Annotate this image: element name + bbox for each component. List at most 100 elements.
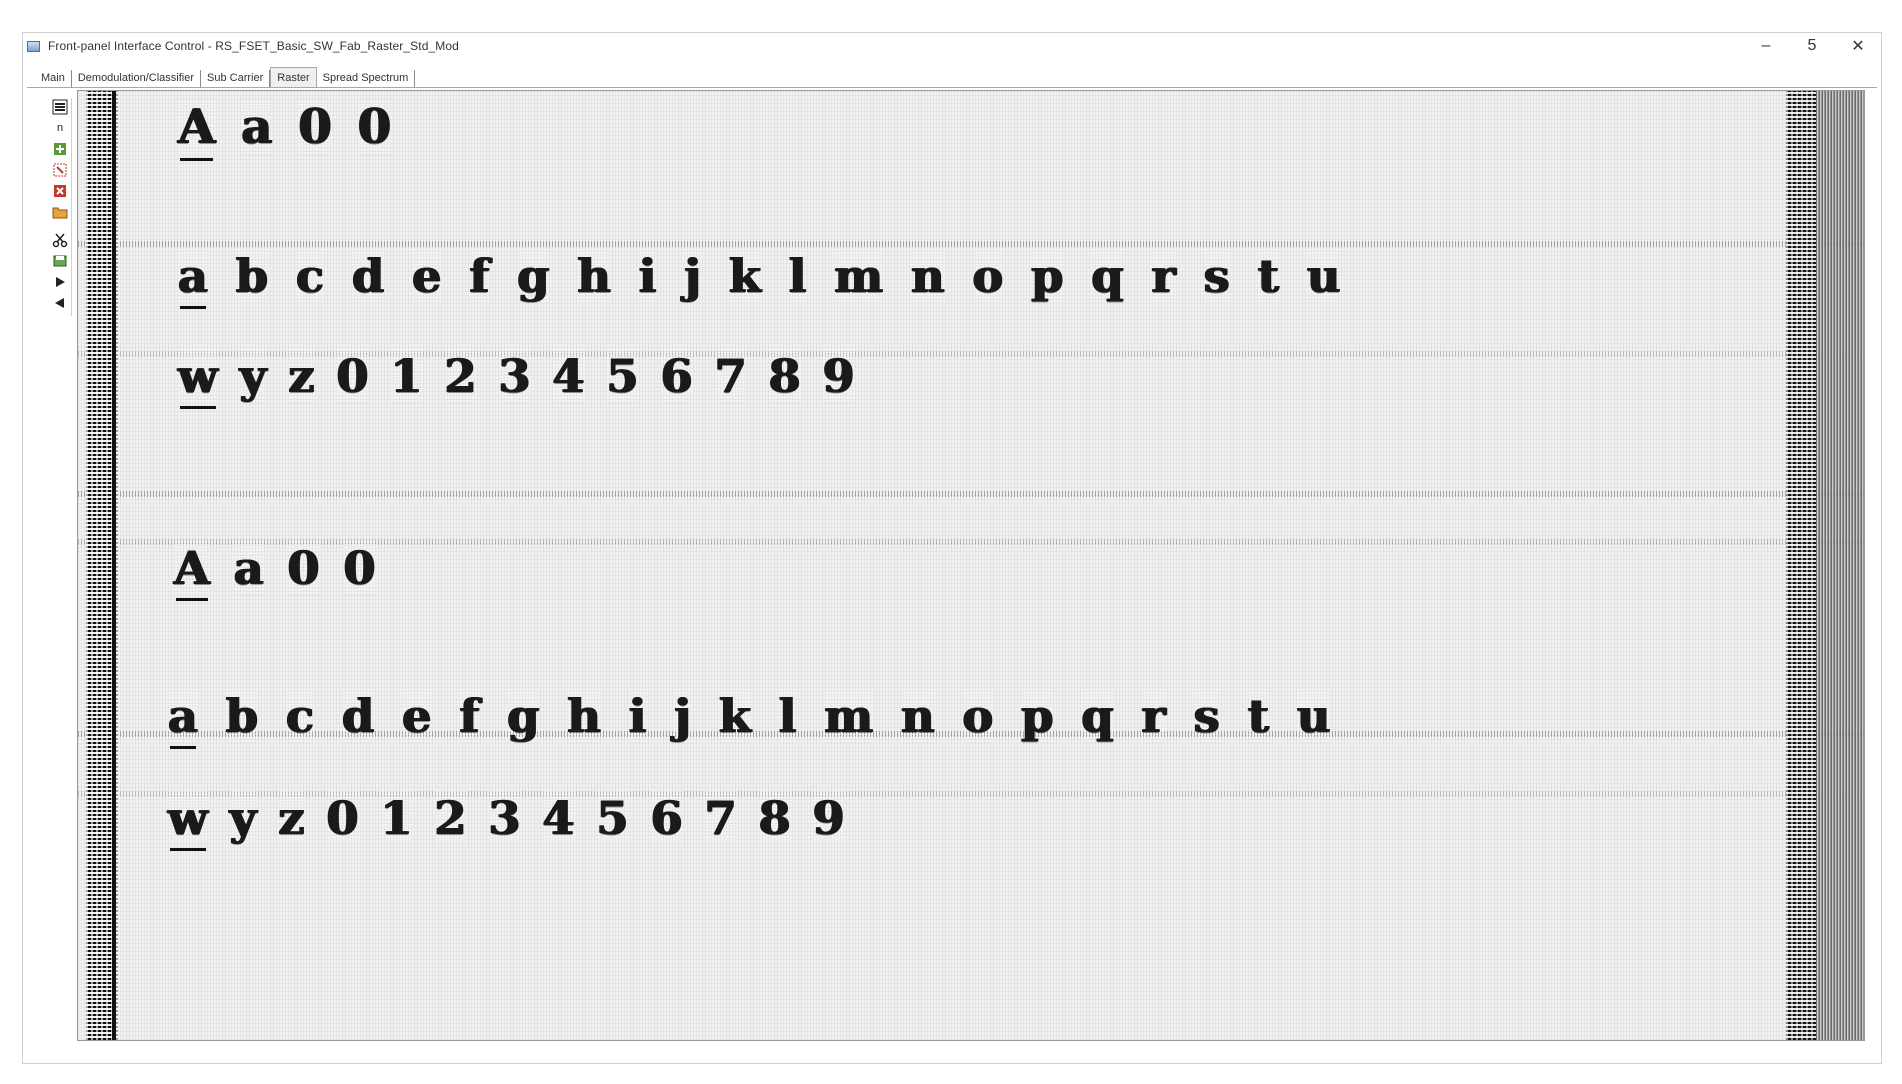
raster-glyph: l bbox=[778, 689, 797, 743]
raster-glyph: 0 bbox=[357, 99, 392, 155]
noise-band bbox=[78, 491, 1864, 497]
raster-glyph: m bbox=[834, 249, 884, 303]
window-title: Front-panel Interface Control - RS_FSET_… bbox=[48, 39, 459, 53]
raster-glyph: h bbox=[577, 249, 611, 303]
raster-glyph: p bbox=[1031, 249, 1064, 303]
cut-icon[interactable] bbox=[51, 231, 69, 249]
title-bar[interactable]: Front-panel Interface Control - RS_FSET_… bbox=[23, 33, 1881, 59]
raster-glyph: c bbox=[285, 689, 314, 743]
raster-glyph: l bbox=[788, 249, 807, 303]
raster-text-row: wyz0123456789 bbox=[178, 349, 877, 409]
raster-glyph: 6 bbox=[660, 349, 693, 403]
raster-glyph: p bbox=[1021, 689, 1054, 743]
window-controls: – 5 ✕ bbox=[1743, 33, 1881, 59]
raster-right-sync-edge bbox=[1786, 91, 1816, 1040]
raster-glyph: u bbox=[1296, 689, 1331, 743]
raster-glyph: z bbox=[288, 349, 315, 403]
raster-glyph: 7 bbox=[704, 791, 737, 845]
tab-spread-spectrum[interactable]: Spread Spectrum bbox=[317, 70, 416, 87]
app-window: Front-panel Interface Control - RS_FSET_… bbox=[22, 32, 1882, 1064]
tab-raster[interactable]: Raster bbox=[270, 67, 317, 88]
raster-glyph: 3 bbox=[498, 349, 531, 403]
toolbar-separator bbox=[51, 224, 69, 228]
close-button[interactable]: ✕ bbox=[1835, 33, 1881, 59]
raster-text-row: abcdefghijklmnopqrstu bbox=[178, 249, 1368, 309]
menu-icon[interactable] bbox=[51, 98, 69, 116]
tab-main[interactable]: Main bbox=[35, 70, 72, 87]
raster-glyph: 6 bbox=[650, 791, 683, 845]
raster-glyph: w bbox=[168, 791, 208, 851]
play-forward-icon[interactable] bbox=[51, 273, 69, 291]
raster-glyph: r bbox=[1141, 689, 1166, 743]
raster-glyph: n bbox=[901, 689, 935, 743]
raster-glyph: 8 bbox=[758, 791, 791, 845]
raster-text-row: abcdefghijklmnopqrstu bbox=[168, 689, 1358, 749]
tab-demodulation-classifier[interactable]: Demodulation/Classifier bbox=[72, 70, 202, 87]
raster-glyph: h bbox=[567, 689, 601, 743]
raster-text-row: Aa00 bbox=[174, 541, 400, 601]
raster-glyph: 2 bbox=[444, 349, 477, 403]
raster-glyph: o bbox=[962, 689, 994, 743]
raster-glyph: t bbox=[1247, 689, 1269, 743]
raster-glyph: g bbox=[507, 689, 540, 743]
raster-glyph: y bbox=[239, 349, 267, 403]
maximize-button[interactable]: 5 bbox=[1789, 33, 1835, 59]
raster-glyph: c bbox=[295, 249, 324, 303]
raster-glyph: 9 bbox=[822, 349, 855, 403]
raster-glyph: s bbox=[1203, 249, 1230, 303]
add-marker-icon[interactable] bbox=[51, 140, 69, 158]
app-icon bbox=[27, 40, 40, 52]
raster-glyph: y bbox=[229, 791, 257, 845]
raster-glyph: 2 bbox=[434, 791, 467, 845]
raster-tab-panel: n A a 0 0 a b c d e f g h i j k l m n o … bbox=[27, 87, 1877, 1059]
raster-glyph: u bbox=[1306, 249, 1341, 303]
tab-bar: Main Demodulation/Classifier Sub Carrier… bbox=[35, 67, 416, 88]
raster-glyph: e bbox=[402, 689, 432, 743]
raster-glyph: 0 bbox=[287, 541, 320, 595]
raster-glyph: g bbox=[517, 249, 550, 303]
raster-glyph: 4 bbox=[542, 791, 575, 845]
zoom-icon[interactable]: n bbox=[51, 119, 69, 137]
tab-sub-carrier[interactable]: Sub Carrier bbox=[201, 70, 271, 87]
raster-glyph: a bbox=[241, 99, 273, 155]
raster-display[interactable]: Aa00 abcdefghijklmnopqrstu wyz0123456789… bbox=[77, 90, 1865, 1041]
play-back-icon[interactable] bbox=[51, 294, 69, 312]
raster-glyph: e bbox=[412, 249, 442, 303]
raster-glyph: 0 bbox=[298, 99, 332, 155]
raster-glyph: 8 bbox=[768, 349, 801, 403]
raster-glyph: f bbox=[469, 249, 490, 303]
raster-glyph: b bbox=[235, 249, 268, 303]
raster-glyph: i bbox=[638, 249, 657, 303]
save-icon[interactable] bbox=[51, 252, 69, 270]
raster-glyph: 1 bbox=[380, 791, 413, 845]
raster-glyph: n bbox=[911, 249, 945, 303]
raster-glyph: 9 bbox=[812, 791, 845, 845]
raster-right-noise-stripes bbox=[1816, 91, 1864, 1040]
raster-glyph: q bbox=[1091, 249, 1124, 303]
raster-glyph: 4 bbox=[552, 349, 585, 403]
raster-left-sync-line bbox=[112, 91, 116, 1040]
raster-glyph: o bbox=[972, 249, 1004, 303]
raster-glyph: 5 bbox=[606, 349, 639, 403]
raster-glyph: 0 bbox=[336, 349, 369, 403]
select-area-icon[interactable] bbox=[51, 161, 69, 179]
raster-glyph: z bbox=[278, 791, 305, 845]
raster-glyph: 5 bbox=[596, 791, 629, 845]
raster-glyph: 3 bbox=[488, 791, 521, 845]
raster-text-row: wyz0123456789 bbox=[168, 791, 867, 851]
delete-icon[interactable] bbox=[51, 182, 69, 200]
raster-glyph: s bbox=[1193, 689, 1220, 743]
raster-glyph: f bbox=[459, 689, 480, 743]
raster-glyph: a bbox=[168, 689, 198, 749]
minimize-button[interactable]: – bbox=[1743, 33, 1789, 59]
raster-glyph: 7 bbox=[714, 349, 747, 403]
raster-glyph: j bbox=[674, 689, 692, 743]
raster-glyph: r bbox=[1151, 249, 1176, 303]
raster-glyph: t bbox=[1257, 249, 1279, 303]
raster-glyph: j bbox=[684, 249, 702, 303]
raster-glyph: w bbox=[178, 349, 218, 409]
raster-glyph: k bbox=[729, 249, 761, 303]
raster-glyph: 0 bbox=[343, 541, 376, 595]
open-folder-icon[interactable] bbox=[51, 203, 69, 221]
raster-glyph: 0 bbox=[326, 791, 359, 845]
